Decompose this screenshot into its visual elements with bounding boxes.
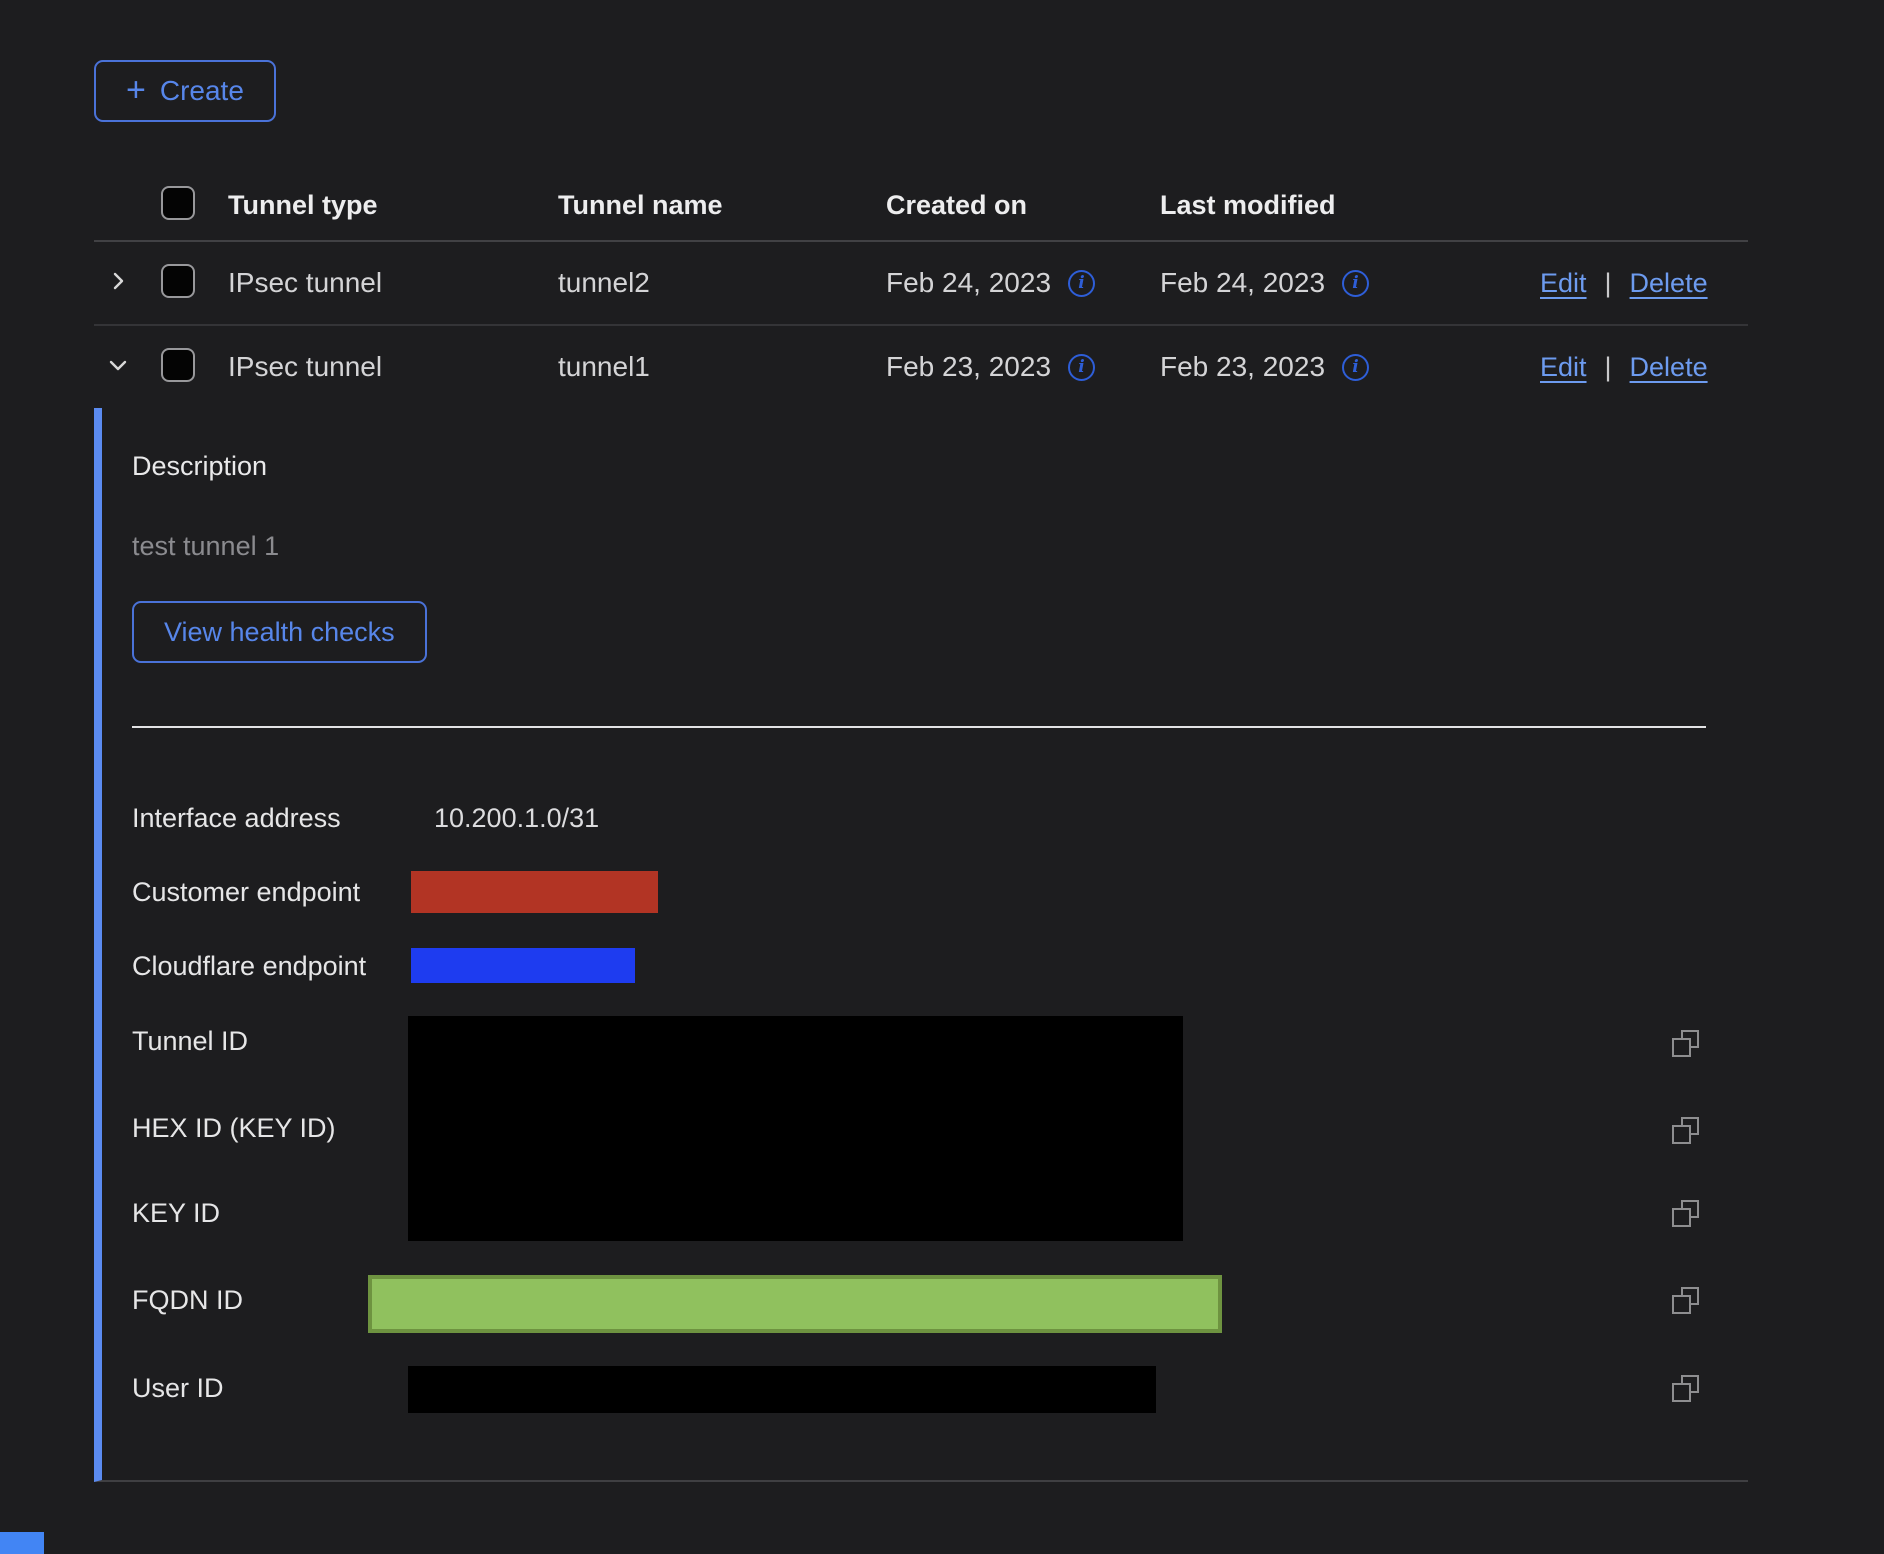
cloudflare-endpoint-redacted-value bbox=[411, 948, 635, 983]
action-separator: | bbox=[1605, 268, 1612, 299]
user-id-redacted-value bbox=[408, 1366, 1156, 1413]
edit-link[interactable]: Edit bbox=[1540, 268, 1587, 299]
customer-endpoint-label: Customer endpoint bbox=[132, 876, 360, 908]
key-id-label: KEY ID bbox=[132, 1197, 220, 1229]
info-icon[interactable]: i bbox=[1068, 270, 1095, 297]
last-modified-cell: Feb 24, 2023 bbox=[1160, 267, 1325, 299]
info-icon[interactable]: i bbox=[1068, 354, 1095, 381]
col-header-last-modified: Last modified bbox=[1160, 190, 1540, 221]
plus-icon: + bbox=[126, 73, 146, 107]
copy-icon-front-square bbox=[1672, 1295, 1691, 1314]
tunnel-name-cell: tunnel2 bbox=[558, 267, 886, 299]
col-header-tunnel-name: Tunnel name bbox=[558, 190, 886, 221]
created-on-cell: Feb 23, 2023 bbox=[886, 351, 1051, 383]
tunnel-description-section: Description test tunnel 1 View health ch… bbox=[102, 408, 1748, 726]
section-divider bbox=[132, 726, 1706, 728]
tunnel-type-cell: IPsec tunnel bbox=[228, 267, 558, 299]
action-separator: | bbox=[1605, 352, 1612, 383]
tunnel-details-fields: Interface address 10.200.1.0/31 Customer… bbox=[102, 726, 1748, 1480]
chevron-right-icon[interactable] bbox=[106, 269, 130, 293]
copy-icon-front-square bbox=[1672, 1383, 1691, 1402]
copy-icon-front-square bbox=[1672, 1125, 1691, 1144]
fqdn-id-label: FQDN ID bbox=[132, 1284, 243, 1316]
tunnel-name-cell: tunnel1 bbox=[558, 351, 886, 383]
copy-icon-front-square bbox=[1672, 1038, 1691, 1057]
row-checkbox[interactable] bbox=[161, 348, 195, 382]
user-id-label: User ID bbox=[132, 1372, 224, 1404]
ids-redacted-block bbox=[408, 1016, 1183, 1241]
view-health-checks-button[interactable]: View health checks bbox=[132, 601, 427, 663]
customer-endpoint-redacted-value bbox=[411, 871, 658, 913]
col-header-created-on: Created on bbox=[886, 190, 1160, 221]
copy-icon[interactable] bbox=[1672, 1030, 1699, 1057]
copy-icon[interactable] bbox=[1672, 1375, 1699, 1402]
row-checkbox[interactable] bbox=[161, 264, 195, 298]
copy-icon[interactable] bbox=[1672, 1200, 1699, 1227]
info-icon[interactable]: i bbox=[1342, 354, 1369, 381]
ipsec-tunnels-page: + Create Tunnel type Tunnel name Created… bbox=[0, 0, 1884, 1554]
created-on-cell: Feb 24, 2023 bbox=[886, 267, 1051, 299]
description-value: test tunnel 1 bbox=[132, 530, 1748, 562]
table-row-tunnel2: IPsec tunnel tunnel2 Feb 24, 2023 i Feb … bbox=[94, 242, 1748, 326]
copy-icon-front-square bbox=[1672, 1208, 1691, 1227]
table-header-row: Tunnel type Tunnel name Created on Last … bbox=[94, 170, 1748, 242]
last-modified-cell: Feb 23, 2023 bbox=[1160, 351, 1325, 383]
select-all-checkbox[interactable] bbox=[161, 186, 195, 220]
interface-address-label: Interface address bbox=[132, 802, 341, 834]
edit-link[interactable]: Edit bbox=[1540, 352, 1587, 383]
chevron-down-icon[interactable] bbox=[106, 353, 130, 377]
cloudflare-endpoint-label: Cloudflare endpoint bbox=[132, 950, 366, 982]
description-label: Description bbox=[132, 450, 1748, 482]
table-row-tunnel1: IPsec tunnel tunnel1 Feb 23, 2023 i Feb … bbox=[94, 326, 1748, 408]
create-button[interactable]: + Create bbox=[94, 60, 276, 122]
hex-id-label: HEX ID (KEY ID) bbox=[132, 1112, 336, 1144]
info-icon[interactable]: i bbox=[1342, 270, 1369, 297]
interface-address-value: 10.200.1.0/31 bbox=[434, 802, 599, 834]
tunnel-id-label: Tunnel ID bbox=[132, 1025, 248, 1057]
copy-icon[interactable] bbox=[1672, 1287, 1699, 1314]
copy-icon[interactable] bbox=[1672, 1117, 1699, 1144]
create-button-label: Create bbox=[160, 75, 244, 107]
delete-link[interactable]: Delete bbox=[1630, 352, 1708, 383]
fqdn-id-redacted-value bbox=[368, 1275, 1222, 1333]
scroll-indicator bbox=[0, 1532, 44, 1554]
tunnel1-details-panel: Description test tunnel 1 View health ch… bbox=[94, 408, 1748, 1482]
tunnel-type-cell: IPsec tunnel bbox=[228, 351, 558, 383]
delete-link[interactable]: Delete bbox=[1630, 268, 1708, 299]
tunnels-table: Tunnel type Tunnel name Created on Last … bbox=[94, 170, 1748, 408]
col-header-tunnel-type: Tunnel type bbox=[228, 190, 558, 221]
